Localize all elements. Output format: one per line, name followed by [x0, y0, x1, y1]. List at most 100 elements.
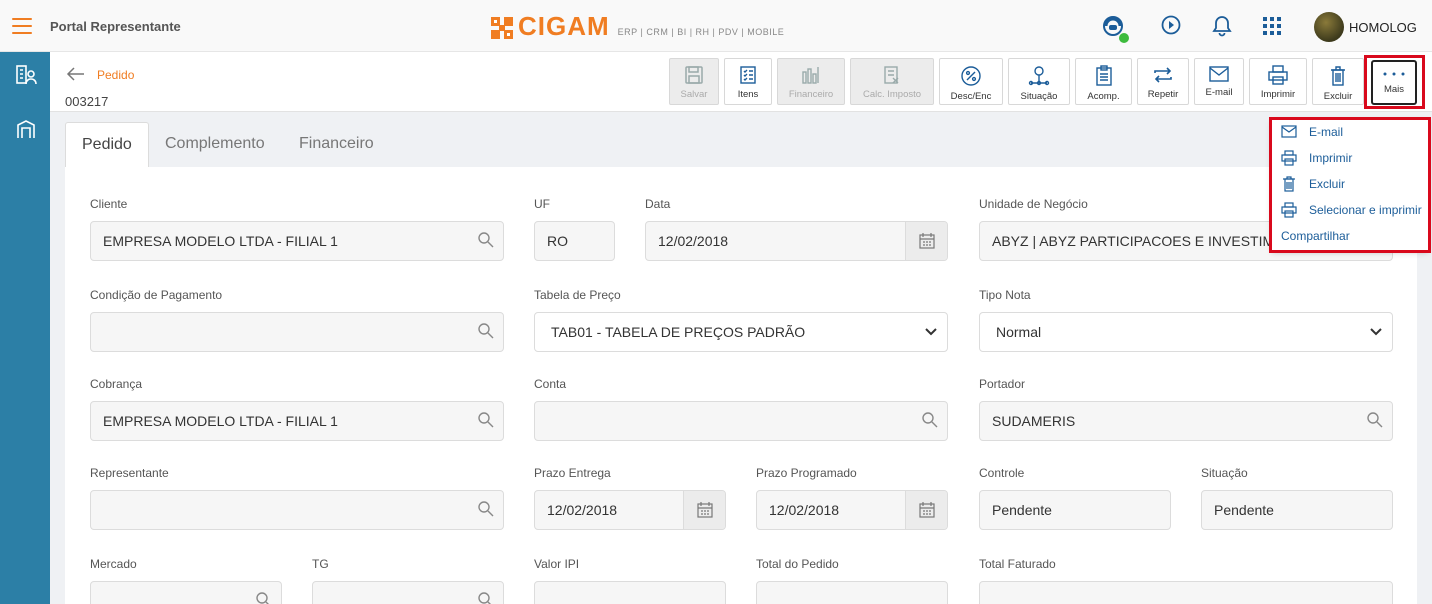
status-button-label: Situação	[1020, 91, 1058, 102]
controle-label: Controle	[979, 466, 1025, 480]
items-button-label: Itens	[737, 89, 759, 100]
total-faturado-field[interactable]: 15,00	[979, 581, 1393, 604]
delete-button[interactable]: Excluir	[1312, 58, 1364, 105]
prazo-programado-field[interactable]: 12/02/2018	[756, 490, 948, 530]
apps-grid-icon[interactable]	[1263, 17, 1281, 35]
tab-pedido[interactable]: Pedido	[65, 122, 149, 168]
tg-field[interactable]	[312, 581, 504, 604]
user-menu[interactable]: HOMOLOG	[1314, 12, 1417, 42]
cigam-logo-icon	[491, 17, 513, 39]
search-icon[interactable]	[477, 322, 495, 340]
total-pedido-field[interactable]: 15,00	[756, 581, 948, 604]
breadcrumb[interactable]: Pedido	[97, 68, 134, 82]
play-video-icon[interactable]	[1160, 14, 1182, 36]
valor-ipi-value: 0,00	[688, 592, 715, 604]
representante-field[interactable]	[90, 490, 504, 530]
top-bar: Portal Representante CIGAM ERP | CRM | B…	[0, 0, 1432, 52]
cobranca-value: EMPRESA MODELO LTDA - FILIAL 1	[103, 413, 338, 429]
repeat-button[interactable]: Repetir	[1137, 58, 1189, 105]
uf-label: UF	[534, 197, 550, 211]
chevron-down-icon	[925, 328, 937, 336]
mail-icon	[1209, 66, 1229, 82]
follow-up-button[interactable]: Acomp.	[1075, 58, 1132, 105]
search-icon[interactable]	[477, 411, 495, 429]
user-name: HOMOLOG	[1349, 19, 1417, 35]
cliente-label: Cliente	[90, 197, 128, 211]
search-icon[interactable]	[477, 500, 495, 518]
items-button[interactable]: Itens	[724, 58, 772, 105]
follow-up-button-label: Acomp.	[1087, 91, 1120, 102]
tipo-nota-select[interactable]: Normal	[979, 312, 1393, 352]
data-value: 12/02/2018	[658, 233, 729, 249]
total-pedido-label: Total do Pedido	[756, 557, 839, 571]
repeat-icon	[1154, 67, 1172, 83]
search-icon[interactable]	[477, 231, 495, 249]
financial-button-label: Financeiro	[788, 89, 834, 100]
cobranca-field[interactable]: EMPRESA MODELO LTDA - FILIAL 1	[90, 401, 504, 441]
calc-tax-button-label: Calc. Imposto	[862, 89, 922, 100]
tipo-nota-label: Tipo Nota	[979, 288, 1031, 302]
condicao-label: Condição de Pagamento	[90, 288, 223, 302]
logo-text: CIGAM	[518, 11, 610, 41]
cliente-field[interactable]: EMPRESA MODELO LTDA - FILIAL 1	[90, 221, 504, 261]
logo-tagline: ERP | CRM | BI | RH | PDV | MOBILE	[617, 27, 785, 37]
data-field[interactable]: 12/02/2018	[645, 221, 948, 261]
back-arrow-icon[interactable]	[66, 66, 86, 82]
data-label: Data	[645, 197, 671, 211]
calc-tax-button[interactable]: Calc. Imposto	[850, 58, 934, 105]
sidebar-item-clients-icon[interactable]	[15, 64, 37, 86]
controle-field[interactable]: Pendente	[979, 490, 1171, 530]
calendar-icon	[919, 502, 935, 518]
save-button[interactable]: Salvar	[669, 58, 719, 105]
tab-complemento[interactable]: Complemento	[149, 122, 281, 168]
total-pedido-value: 15,00	[902, 592, 937, 604]
cliente-value: EMPRESA MODELO LTDA - FILIAL 1	[103, 233, 338, 249]
calendar-button[interactable]	[683, 491, 725, 529]
status-button[interactable]: Situação	[1008, 58, 1070, 105]
tab-financeiro[interactable]: Financeiro	[283, 122, 390, 168]
delete-button-label: Excluir	[1323, 91, 1353, 102]
calendar-button[interactable]	[905, 491, 947, 529]
portador-value: SUDAMERIS	[992, 413, 1076, 429]
financial-button[interactable]: Financeiro	[777, 58, 845, 105]
conta-field[interactable]	[534, 401, 948, 441]
controle-value: Pendente	[992, 502, 1052, 518]
support-agent-icon[interactable]	[1100, 14, 1130, 44]
prazo-programado-value: 12/02/2018	[769, 502, 840, 518]
search-icon[interactable]	[255, 591, 273, 604]
chevron-down-icon	[1370, 328, 1382, 336]
save-button-label: Salvar	[680, 89, 708, 100]
calendar-icon	[697, 502, 713, 518]
checklist-icon	[740, 66, 756, 84]
email-button[interactable]: E-mail	[1194, 58, 1244, 105]
search-icon[interactable]	[1366, 411, 1384, 429]
total-faturado-label: Total Faturado	[979, 557, 1056, 571]
valor-ipi-field[interactable]: 0,00	[534, 581, 726, 604]
search-icon[interactable]	[477, 591, 495, 604]
hamburger-menu-icon[interactable]	[12, 18, 32, 34]
save-icon	[685, 66, 703, 84]
tg-label: TG	[312, 557, 329, 571]
search-icon[interactable]	[921, 411, 939, 429]
mercado-field[interactable]	[90, 581, 282, 604]
uf-field[interactable]: RO	[534, 221, 615, 261]
sidebar-item-store-icon[interactable]	[15, 118, 37, 140]
print-button[interactable]: Imprimir	[1249, 58, 1307, 105]
tabela-select[interactable]: TAB01 - TABELA DE PREÇOS PADRÃO	[534, 312, 948, 352]
situacao-field[interactable]: Pendente	[1201, 490, 1393, 530]
prazo-entrega-field[interactable]: 12/02/2018	[534, 490, 726, 530]
trash-icon	[1331, 66, 1345, 86]
uf-value: RO	[547, 233, 568, 249]
notifications-bell-icon[interactable]	[1211, 14, 1233, 38]
order-form: Cliente EMPRESA MODELO LTDA - FILIAL 1 U…	[65, 167, 1417, 604]
valor-ipi-label: Valor IPI	[534, 557, 580, 571]
portador-field[interactable]: SUDAMERIS	[979, 401, 1393, 441]
discount-button[interactable]: Desc/Enc	[939, 58, 1003, 105]
calendar-button[interactable]	[905, 222, 947, 260]
tabela-label: Tabela de Preço	[534, 288, 621, 302]
condicao-field[interactable]	[90, 312, 504, 352]
discount-button-label: Desc/Enc	[950, 91, 992, 102]
app-window: Portal Representante CIGAM ERP | CRM | B…	[0, 0, 1432, 604]
cobranca-label: Cobrança	[90, 377, 143, 391]
workflow-icon	[1028, 66, 1050, 86]
